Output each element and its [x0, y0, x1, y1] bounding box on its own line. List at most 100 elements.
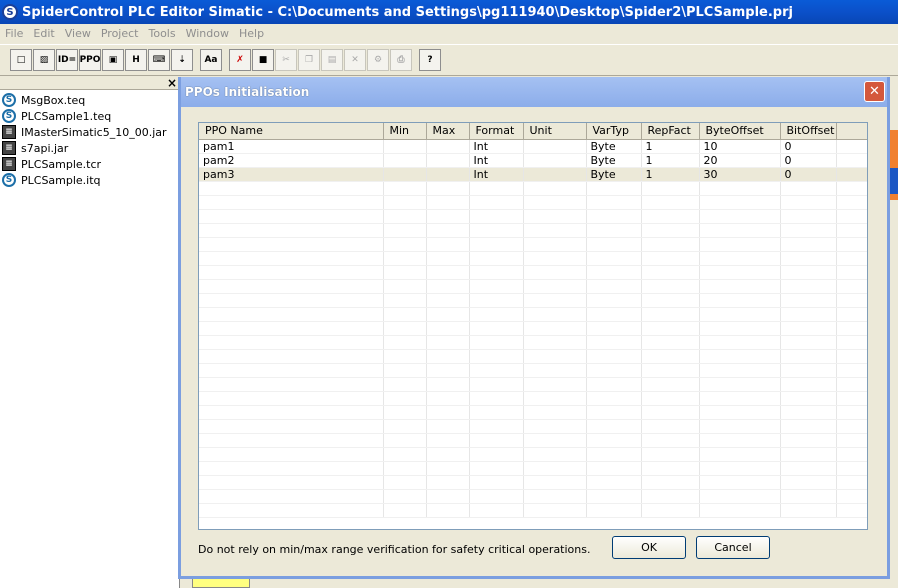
spidercontrol-app-icon[interactable]: S [2, 4, 18, 20]
table-cell[interactable] [469, 293, 524, 308]
table-cell[interactable] [780, 293, 837, 308]
list-item[interactable]: S PLCSample1.teq [0, 108, 179, 124]
table-cell[interactable] [641, 475, 700, 490]
save-icon[interactable]: ■ [252, 49, 274, 71]
table-cell[interactable] [586, 503, 642, 518]
table-cell[interactable] [383, 363, 427, 378]
paste-icon[interactable]: ▤ [321, 49, 343, 71]
table-cell[interactable] [426, 139, 470, 154]
table-cell[interactable] [469, 391, 524, 406]
close-icon[interactable]: × [167, 76, 177, 90]
table-cell[interactable] [199, 363, 384, 378]
table-cell[interactable] [586, 405, 642, 420]
table-cell[interactable] [199, 503, 384, 518]
table-cell[interactable] [641, 251, 700, 266]
table-cell[interactable] [699, 349, 781, 364]
table-cell[interactable] [469, 419, 524, 434]
table-cell[interactable] [469, 195, 524, 210]
table-cell[interactable] [383, 433, 427, 448]
table-cell[interactable] [199, 181, 384, 196]
table-cell[interactable] [641, 405, 700, 420]
table-cell[interactable] [383, 489, 427, 504]
delete-red-icon[interactable]: ✗ [229, 49, 251, 71]
table-cell[interactable] [469, 489, 524, 504]
table-cell[interactable] [383, 195, 427, 210]
table-cell[interactable] [641, 419, 700, 434]
table-cell[interactable] [199, 293, 384, 308]
table-cell[interactable] [383, 209, 427, 224]
keyboard-icon[interactable]: ⌨ [148, 49, 170, 71]
table-cell[interactable] [199, 405, 384, 420]
table-cell[interactable] [699, 475, 781, 490]
table-cell[interactable] [523, 391, 587, 406]
table-cell[interactable] [780, 251, 837, 266]
table-row[interactable] [199, 209, 867, 224]
table-cell[interactable] [641, 391, 700, 406]
table-cell[interactable] [199, 461, 384, 476]
table-cell[interactable] [383, 265, 427, 280]
table-cell[interactable] [586, 209, 642, 224]
table-row[interactable] [199, 461, 867, 476]
table-cell[interactable]: 1 [641, 153, 700, 168]
table-cell[interactable] [780, 349, 837, 364]
table-cell[interactable] [780, 447, 837, 462]
table-row[interactable] [199, 391, 867, 406]
list-item[interactable]: S MsgBox.teq [0, 92, 179, 108]
table-cell[interactable] [383, 349, 427, 364]
table-cell[interactable] [383, 293, 427, 308]
table-cell[interactable] [426, 489, 470, 504]
table-cell[interactable] [780, 405, 837, 420]
table-cell[interactable] [426, 307, 470, 322]
table-cell[interactable] [586, 265, 642, 280]
column-header[interactable]: VarTyp [586, 123, 642, 140]
table-cell[interactable] [523, 181, 587, 196]
table-cell[interactable] [426, 209, 470, 224]
table-cell[interactable] [383, 279, 427, 294]
table-cell[interactable] [780, 223, 837, 238]
delete-icon[interactable]: ✕ [344, 49, 366, 71]
table-row[interactable] [199, 321, 867, 336]
table-cell[interactable] [426, 181, 470, 196]
table-cell[interactable] [383, 391, 427, 406]
table-cell[interactable] [523, 335, 587, 350]
table-cell[interactable] [641, 433, 700, 448]
column-header[interactable]: Unit [523, 123, 587, 140]
table-cell[interactable] [426, 503, 470, 518]
copy-icon[interactable]: ❐ [298, 49, 320, 71]
table-cell[interactable] [426, 349, 470, 364]
table-cell[interactable] [383, 475, 427, 490]
table-cell[interactable] [699, 321, 781, 336]
table-cell[interactable] [641, 237, 700, 252]
table-cell[interactable] [523, 461, 587, 476]
table-cell[interactable] [523, 251, 587, 266]
cancel-button[interactable]: Cancel [696, 536, 770, 559]
table-cell[interactable] [586, 447, 642, 462]
table-cell[interactable] [780, 461, 837, 476]
table-cell[interactable] [586, 391, 642, 406]
table-cell[interactable] [199, 447, 384, 462]
table-cell[interactable] [780, 419, 837, 434]
table-cell[interactable] [780, 503, 837, 518]
table-cell[interactable] [780, 209, 837, 224]
table-cell[interactable] [641, 195, 700, 210]
list-item[interactable]: ≡ PLCSample.tcr [0, 156, 179, 172]
table-cell[interactable]: Byte [586, 139, 642, 154]
table-cell[interactable] [426, 405, 470, 420]
table-cell[interactable] [199, 321, 384, 336]
table-cell[interactable] [383, 405, 427, 420]
table-cell[interactable] [523, 447, 587, 462]
menu-help[interactable]: Help [234, 27, 269, 40]
table-cell[interactable]: Byte [586, 153, 642, 168]
table-row[interactable] [199, 419, 867, 434]
table-cell[interactable] [383, 447, 427, 462]
table-cell[interactable] [199, 475, 384, 490]
table-cell[interactable] [699, 237, 781, 252]
table-row[interactable] [199, 349, 867, 364]
table-cell[interactable] [523, 307, 587, 322]
table-cell[interactable] [699, 293, 781, 308]
table-row[interactable]: pam1 Int Byte 1 10 0 [199, 139, 867, 154]
table-cell[interactable] [641, 377, 700, 392]
table-cell[interactable] [641, 209, 700, 224]
close-icon[interactable]: ✕ [864, 81, 885, 102]
table-cell[interactable] [199, 419, 384, 434]
